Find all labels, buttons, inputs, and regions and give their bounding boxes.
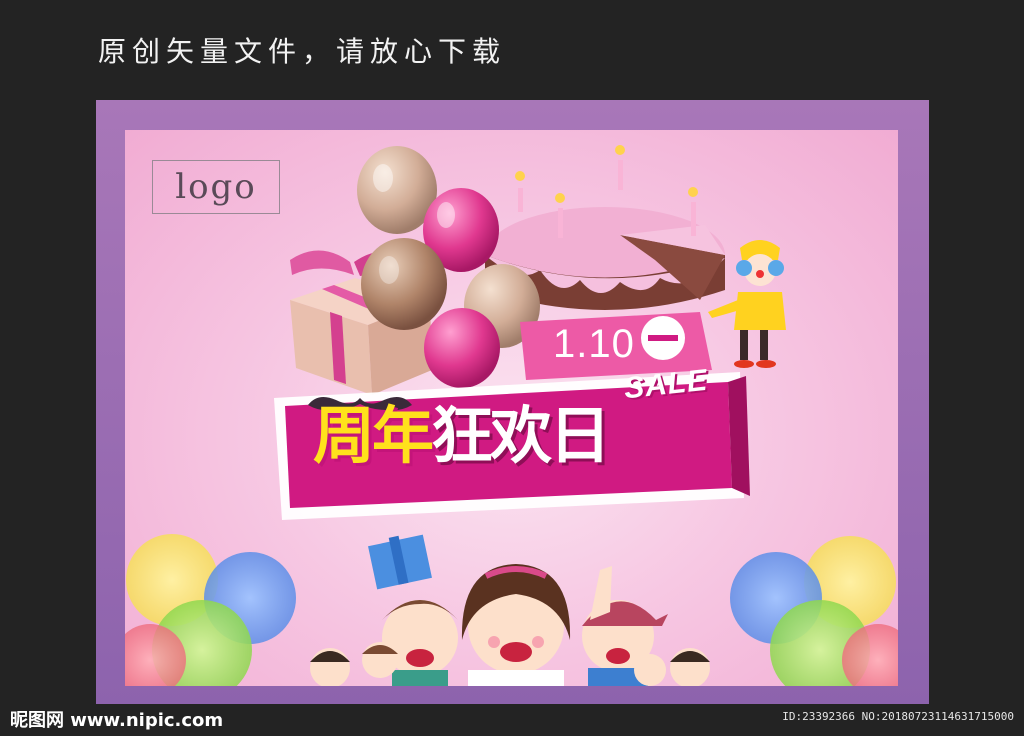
event-date-number: 1.10 bbox=[553, 322, 635, 366]
site-watermark: 昵图网 www.nipic.com bbox=[10, 710, 224, 731]
poster-title: 周年狂欢日 bbox=[313, 405, 611, 467]
event-date: 1.10 bbox=[553, 322, 635, 367]
watercolor-balloons-left-icon bbox=[125, 534, 296, 686]
watercolor-balloons-right-icon bbox=[730, 536, 898, 686]
image-id-watermark: ID:23392366 NO:20180723114631715000 bbox=[782, 710, 1014, 723]
poster-illustration bbox=[125, 145, 898, 686]
title-carnival-day: 狂欢日 bbox=[431, 399, 611, 472]
kids-group-icon bbox=[310, 534, 710, 686]
title-anniversary: 周年 bbox=[313, 399, 434, 472]
